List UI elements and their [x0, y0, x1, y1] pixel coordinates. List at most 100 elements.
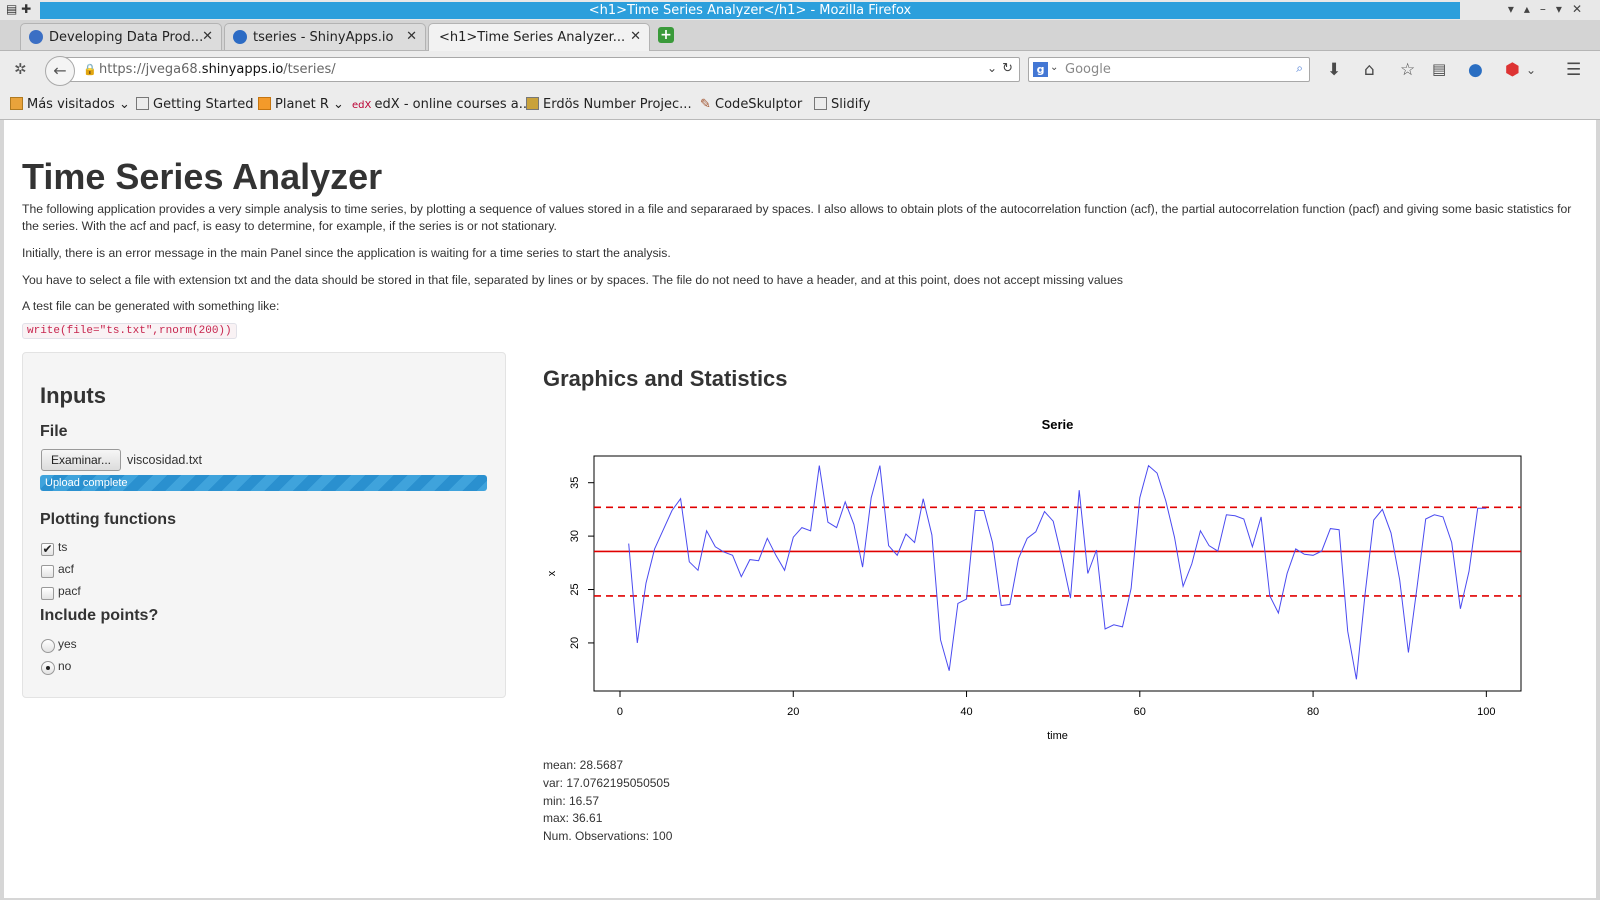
checkbox-label: ts — [58, 540, 68, 554]
bookmark-erdos[interactable]: Erdös Number Projec... — [526, 97, 692, 112]
tools-icon[interactable]: ✲ — [14, 60, 27, 78]
radio-label: no — [58, 659, 72, 673]
back-button[interactable]: ← — [45, 56, 75, 86]
window-title-bar: ▤ ✚ <h1>Time Series Analyzer</h1> - Mozi… — [0, 0, 1600, 20]
tab-label: tseries - ShinyApps.io — [253, 30, 394, 45]
stat-var: var: 17.0762195050505 — [543, 776, 670, 790]
search-placeholder: Google — [1065, 62, 1111, 77]
time-series-plot: Serie 0 20 40 60 80 100 20 25 30 35 time x — [546, 417, 1522, 742]
x-tick-label: 40 — [960, 706, 972, 718]
y-axis-label: x — [546, 570, 558, 576]
code-snippet: write(file="ts.txt",rnorm(200)) — [22, 323, 237, 339]
stat-max: max: 36.61 — [543, 811, 603, 825]
search-icon[interactable]: ⌕ — [1296, 61, 1303, 76]
x-tick-label: 60 — [1134, 706, 1146, 718]
x-tick-label: 0 — [617, 706, 623, 718]
rss-icon — [258, 97, 271, 110]
window-menu-icon[interactable]: ▤ ✚ — [6, 2, 31, 16]
chrome-icon — [29, 30, 43, 44]
test-file-paragraph: A test file can be generated with someth… — [22, 299, 280, 313]
ph-icon — [526, 97, 539, 110]
tab-label: Developing Data Prod... — [49, 30, 204, 45]
bookmark-slidify[interactable]: Slidify — [814, 97, 870, 112]
tab-developing-data-products[interactable]: Developing Data Prod... ✕ — [20, 23, 222, 50]
r-icon — [233, 30, 247, 44]
include-points-label: Include points? — [40, 607, 159, 624]
reading-list-icon[interactable]: ▤ — [1432, 60, 1446, 78]
x-tick-label: 80 — [1307, 706, 1319, 718]
checkbox-ts[interactable]: ✔ — [41, 543, 54, 556]
file-label: File — [40, 423, 68, 440]
bookmark-edx[interactable]: edX edX - online courses a... — [352, 97, 531, 112]
checkbox-pacf[interactable] — [41, 587, 54, 600]
lock-icon: 🔒 — [83, 63, 97, 76]
chart-title: Serie — [1042, 417, 1074, 432]
tab-time-series-analyzer[interactable]: <h1>Time Series Analyzer... ✕ — [428, 23, 650, 51]
radio-selected-dot — [46, 666, 50, 670]
url-bar[interactable]: 🔒 https://jvega68.shinyapps.io/tseries/ … — [60, 57, 1020, 82]
check-icon: ✔ — [42, 542, 53, 556]
search-bar[interactable]: g ⌄ Google ⌕ — [1028, 57, 1310, 82]
bookmark-getting-started[interactable]: Getting Started — [136, 97, 254, 112]
x-axis-label: time — [1047, 730, 1068, 742]
page-icon — [136, 97, 149, 110]
upload-progress-bar: Upload complete — [40, 475, 487, 491]
close-icon[interactable]: ✕ — [406, 29, 417, 44]
tab-tseries-shinyapps[interactable]: tseries - ShinyApps.io ✕ — [224, 23, 426, 50]
info-paragraph: Initially, there is an error message in … — [22, 246, 671, 260]
y-tick-label: 25 — [569, 583, 581, 595]
new-tab-button[interactable]: + — [658, 27, 674, 43]
plot-frame — [593, 455, 1522, 692]
star-icon[interactable]: ☆ — [1400, 60, 1415, 80]
home-icon[interactable]: ⌂ — [1364, 60, 1375, 80]
tab-bar: Developing Data Prod... ✕ tseries - Shin… — [0, 20, 1600, 51]
plotting-functions-label: Plotting functions — [40, 511, 176, 528]
inputs-heading: Inputs — [40, 383, 106, 408]
chevron-down-icon[interactable]: ⌄ — [1526, 63, 1536, 77]
addon-icon[interactable]: ● — [1468, 60, 1483, 80]
file-name: viscosidad.txt — [127, 453, 203, 467]
instructions-paragraph: You have to select a file with extension… — [22, 273, 1123, 287]
bookmarks-toolbar: Más visitados ⌄ Getting Started Planet R… — [0, 89, 1600, 120]
y-tick-label: 30 — [569, 530, 581, 542]
intro-paragraph: The following application provides a ver… — [22, 202, 1572, 233]
bookmark-mas-visitados[interactable]: Más visitados ⌄ — [10, 97, 130, 112]
x-tick-label: 20 — [787, 706, 799, 718]
y-tick-label: 35 — [569, 477, 581, 489]
download-icon[interactable]: ⬇ — [1327, 60, 1341, 80]
pencil-icon: ✎ — [700, 97, 716, 112]
page-icon — [814, 97, 827, 110]
stat-count: Num. Observations: 100 — [543, 829, 673, 843]
adblock-icon[interactable]: ⬢ — [1505, 60, 1520, 80]
radio-yes[interactable] — [41, 639, 55, 653]
window-controls[interactable]: ▾▴–▾✕ — [1508, 2, 1592, 16]
google-icon: g — [1033, 62, 1048, 77]
radio-no[interactable] — [41, 661, 55, 675]
window-title: <h1>Time Series Analyzer</h1> - Mozilla … — [40, 2, 1460, 19]
stat-min: min: 16.57 — [543, 794, 600, 808]
x-tick-label: 100 — [1477, 706, 1495, 718]
menu-icon[interactable]: ☰ — [1566, 60, 1581, 80]
edx-icon: edX — [352, 100, 375, 111]
series-line — [628, 464, 1487, 680]
main-heading: Graphics and Statistics — [543, 366, 788, 391]
close-icon[interactable]: ✕ — [202, 29, 213, 44]
close-icon[interactable]: ✕ — [630, 29, 641, 44]
tab-label: <h1>Time Series Analyzer... — [439, 30, 626, 45]
y-tick-label: 20 — [569, 637, 581, 649]
bookmark-codeskulptor[interactable]: ✎ CodeSkulptor — [700, 97, 802, 112]
navigation-bar: ✲ 🔒 https://jvega68.shinyapps.io/tseries… — [0, 51, 1600, 89]
stat-mean: mean: 28.5687 — [543, 758, 624, 772]
reload-icon[interactable]: ↻ — [1002, 61, 1013, 76]
radio-label: yes — [58, 637, 77, 651]
inputs-panel: Inputs File Examinar... viscosidad.txt U… — [22, 352, 506, 698]
chevron-down-icon[interactable]: ⌄ — [1050, 62, 1058, 73]
folder-icon — [10, 97, 23, 110]
checkbox-label: acf — [58, 562, 75, 576]
bookmark-planet-r[interactable]: Planet R ⌄ — [258, 97, 344, 112]
url-text: https://jvega68.shinyapps.io/tseries/ — [99, 62, 336, 77]
checkbox-acf[interactable] — [41, 565, 54, 578]
chevron-down-icon[interactable]: ⌄ — [987, 61, 997, 75]
browse-button[interactable]: Examinar... — [41, 449, 121, 471]
checkbox-label: pacf — [58, 584, 81, 598]
